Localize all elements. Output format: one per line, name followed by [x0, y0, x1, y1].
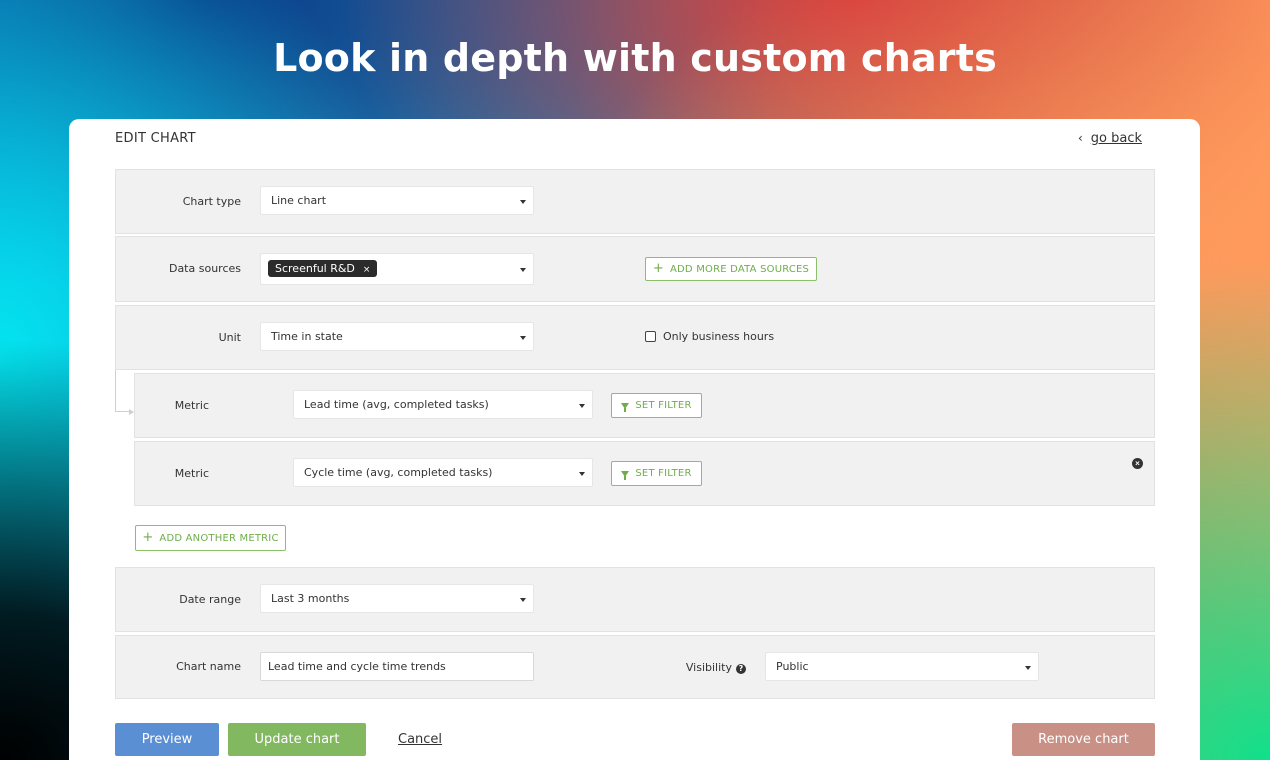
visibility-label-text: Visibility — [685, 661, 732, 674]
add-metric-button[interactable]: + ADD ANOTHER METRIC — [135, 525, 286, 551]
chevron-down-icon — [520, 336, 526, 340]
visibility-value: Public — [776, 660, 809, 673]
unit-value: Time in state — [271, 330, 343, 343]
chart-type-label: Chart type — [182, 195, 241, 208]
add-data-sources-button[interactable]: + ADD MORE DATA SOURCES — [645, 257, 817, 281]
unit-label: Unit — [218, 331, 241, 344]
date-range-label: Date range — [179, 593, 241, 606]
chevron-down-icon — [579, 472, 585, 476]
set-filter-button[interactable]: SET FILTER — [611, 461, 702, 486]
update-chart-button[interactable]: Update chart — [228, 723, 366, 756]
set-filter-label: SET FILTER — [635, 400, 692, 411]
data-sources-label: Data sources — [168, 262, 241, 275]
date-range-select[interactable]: Last 3 months — [260, 584, 534, 613]
date-range-row: Date range Last 3 months — [115, 567, 1155, 632]
visibility-label: Visibility? — [656, 661, 746, 674]
chevron-down-icon — [520, 200, 526, 204]
metric-label: Metric — [174, 399, 209, 412]
chevron-down-icon — [579, 404, 585, 408]
unit-row: Unit Time in state Only business hours — [115, 305, 1155, 370]
chart-type-row: Chart type Line chart — [115, 169, 1155, 234]
data-sources-row: Data sources Screenful R&D × + ADD MORE DA… — [115, 236, 1155, 302]
chart-name-label: Chart name — [176, 660, 241, 673]
metric-row: Metric Lead time (avg, completed tasks) … — [134, 373, 1155, 438]
data-source-chip-label: Screenful R&D — [275, 262, 355, 275]
set-filter-button[interactable]: SET FILTER — [611, 393, 702, 418]
chevron-down-icon — [1025, 666, 1031, 670]
metric-connector-line — [115, 370, 129, 412]
business-hours-label: Only business hours — [663, 330, 775, 343]
chip-remove-icon[interactable]: × — [363, 265, 371, 275]
data-source-chip: Screenful R&D × — [268, 260, 378, 277]
chevron-down-icon — [520, 268, 526, 272]
add-metric-label: ADD ANOTHER METRIC — [159, 533, 279, 544]
metric-select[interactable]: Lead time (avg, completed tasks) — [293, 390, 593, 419]
unit-select[interactable]: Time in state — [260, 322, 534, 351]
go-back-label: go back — [1090, 131, 1142, 146]
chart-name-row: Chart name Lead time and cycle time tren… — [115, 635, 1155, 699]
preview-button[interactable]: Preview — [115, 723, 219, 756]
add-data-sources-label: ADD MORE DATA SOURCES — [669, 264, 810, 275]
page-headline: Look in depth with custom charts — [273, 36, 997, 80]
remove-chart-button[interactable]: Remove chart — [1012, 723, 1155, 756]
plus-icon: + — [142, 530, 154, 545]
metric-row: Metric Cycle time (avg, completed tasks)… — [134, 441, 1155, 506]
metric-label: Metric — [174, 467, 209, 480]
edit-chart-card: EDIT CHART ‹ go back Chart type Line char… — [69, 119, 1200, 760]
metric-value: Lead time (avg, completed tasks) — [304, 398, 489, 411]
metric-value: Cycle time (avg, completed tasks) — [304, 466, 493, 479]
filter-icon — [621, 403, 630, 412]
chart-type-select[interactable]: Line chart — [260, 186, 534, 215]
business-hours-checkbox[interactable] — [645, 331, 656, 342]
chart-name-input[interactable]: Lead time and cycle time trends — [260, 652, 534, 681]
data-sources-select[interactable]: Screenful R&D × — [260, 253, 534, 285]
metric-select[interactable]: Cycle time (avg, completed tasks) — [293, 458, 593, 487]
help-icon[interactable]: ? — [736, 664, 746, 674]
plus-icon: + — [652, 261, 664, 276]
chart-type-value: Line chart — [271, 194, 327, 207]
set-filter-label: SET FILTER — [635, 468, 692, 479]
edit-chart-title: EDIT CHART — [115, 131, 196, 146]
date-range-value: Last 3 months — [271, 592, 350, 605]
go-back-link[interactable]: ‹ go back — [1078, 131, 1142, 146]
chevron-left-icon: ‹ — [1077, 131, 1083, 145]
filter-icon — [621, 471, 630, 480]
cancel-link[interactable]: Cancel — [398, 732, 442, 747]
chevron-down-icon — [520, 598, 526, 602]
visibility-select[interactable]: Public — [765, 652, 1039, 681]
remove-metric-icon[interactable]: × — [1132, 458, 1143, 469]
